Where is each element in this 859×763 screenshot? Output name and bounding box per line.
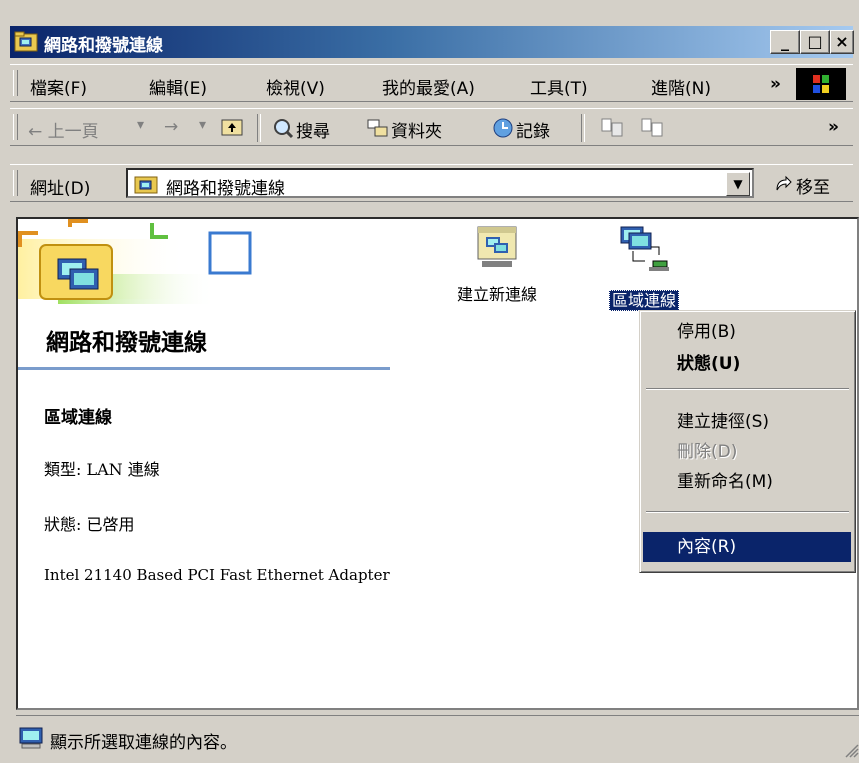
connection-type: 類型: LAN 連線 (44, 460, 160, 479)
toolbar-chevron[interactable]: » (828, 117, 839, 137)
new-connection-icon (474, 225, 520, 271)
menu-delete[interactable]: 刪除(D) (643, 437, 851, 467)
windows-logo-icon (796, 68, 846, 100)
header-graphic (18, 219, 278, 319)
lan-connection-icon (619, 225, 669, 277)
address-input[interactable]: 網路和撥號連線 ▼ (126, 168, 754, 199)
menu-separator (646, 511, 849, 513)
back-button[interactable]: ← 上一頁 (28, 117, 99, 142)
device-name: Intel 21140 Based PCI Fast Ethernet Adap… (44, 566, 390, 584)
menu-grip[interactable] (13, 70, 18, 96)
menu-edit[interactable]: 編輯(E) (149, 74, 207, 99)
folders-button[interactable]: 資料夾 (391, 117, 442, 142)
menu-separator (646, 388, 849, 390)
menu-chevron[interactable]: » (770, 74, 781, 94)
search-icon (272, 117, 294, 139)
window-title: 網路和撥號連線 (44, 36, 163, 56)
computer-icon (18, 727, 44, 749)
toolbar-grip[interactable] (13, 114, 18, 140)
context-menu: 停用(B) 狀態(U) 建立捷徑(S) 刪除(D) 重新命名(M) 內容(R) (639, 310, 856, 573)
menu-properties[interactable]: 內容(R) (643, 532, 851, 562)
address-label: 網址(D) (30, 179, 91, 199)
go-arrow-icon (774, 175, 792, 193)
selected-connection-name: 區域連線 (44, 408, 112, 428)
forward-dropdown-icon[interactable]: ▾ (199, 117, 206, 133)
status-text: 顯示所選取連線的內容。 (50, 733, 237, 753)
forward-button[interactable]: → (164, 117, 178, 137)
go-button[interactable]: 移至 (796, 173, 830, 198)
menu-rename[interactable]: 重新命名(M) (643, 467, 851, 497)
menu-view[interactable]: 檢視(V) (266, 74, 325, 99)
new-connection-item[interactable]: 建立新連線 (432, 225, 562, 305)
history-icon (492, 117, 514, 139)
resize-grip-icon[interactable] (843, 742, 859, 758)
status-bar: 顯示所選取連線的內容。 (16, 715, 859, 760)
back-dropdown-icon[interactable]: ▾ (137, 117, 144, 133)
move-to-icon[interactable] (600, 117, 624, 139)
menu-favorites[interactable]: 我的最愛(A) (382, 74, 475, 99)
close-button[interactable]: × (830, 30, 854, 54)
menu-file[interactable]: 檔案(F) (30, 74, 87, 99)
toolbar-separator (257, 114, 261, 142)
maximize-button[interactable]: □ (800, 30, 830, 54)
title-divider (18, 367, 390, 370)
history-button[interactable]: 記錄 (516, 117, 550, 142)
menu-disable[interactable]: 停用(B) (643, 317, 851, 347)
new-connection-label: 建立新連線 (456, 285, 537, 304)
network-folder-icon (134, 174, 158, 194)
page-title: 網路和撥號連線 (46, 329, 207, 356)
menu-status[interactable]: 狀態(U) (643, 349, 851, 379)
title-bar[interactable]: 網路和撥號連線 _ □ × (10, 26, 854, 58)
minimize-button[interactable]: _ (770, 30, 800, 54)
address-dropdown-button[interactable]: ▼ (726, 172, 750, 196)
toolbar-separator (581, 114, 585, 142)
address-value: 網路和撥號連線 (166, 179, 285, 199)
folders-icon (367, 118, 389, 138)
standard-toolbar: ← 上一頁 ▾ → ▾ 搜尋 資料夾 記錄 » (10, 108, 853, 146)
address-grip[interactable] (13, 170, 18, 196)
local-connection-label: 區域連線 (584, 287, 704, 311)
up-folder-icon[interactable] (221, 117, 243, 137)
connection-status: 狀態: 已啓用 (44, 515, 135, 534)
menu-create-shortcut[interactable]: 建立捷徑(S) (643, 407, 851, 437)
menu-tools[interactable]: 工具(T) (530, 74, 588, 99)
address-bar: 網址(D) 網路和撥號連線 ▼ 移至 (10, 164, 853, 202)
network-folder-icon (14, 30, 38, 52)
copy-to-icon[interactable] (640, 117, 664, 139)
search-button[interactable]: 搜尋 (296, 117, 330, 142)
local-connection-item[interactable]: 區域連線 (584, 225, 704, 311)
menu-advanced[interactable]: 進階(N) (651, 74, 711, 99)
menu-bar: 檔案(F) 編輯(E) 檢視(V) 我的最愛(A) 工具(T) 進階(N) » (10, 64, 853, 102)
